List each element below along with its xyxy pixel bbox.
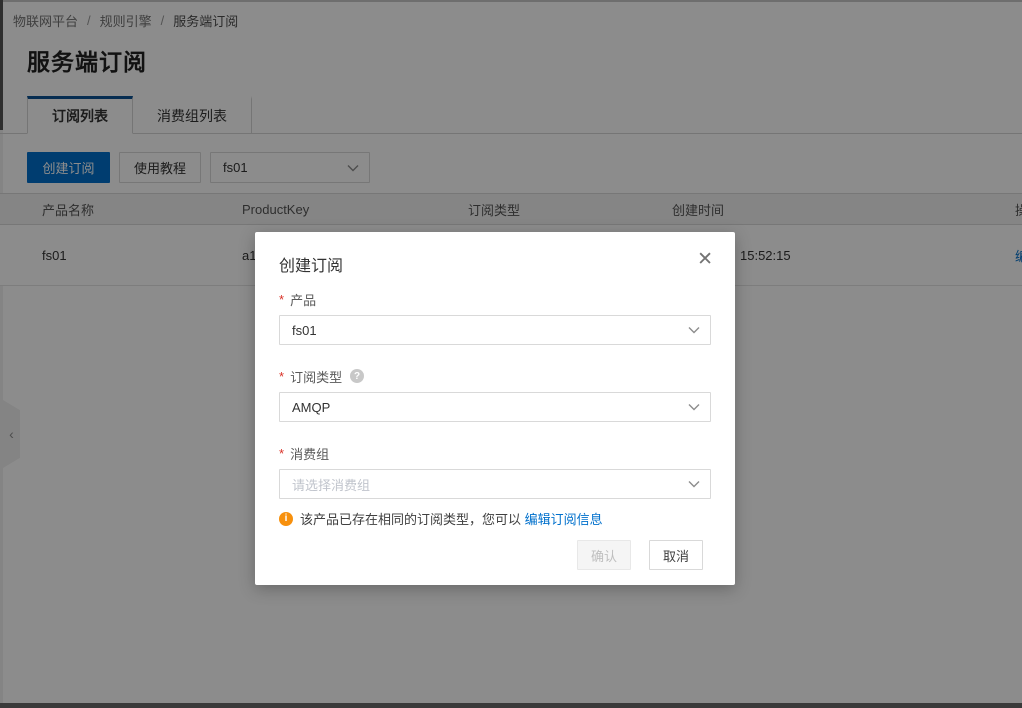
required-marker: * (279, 446, 284, 461)
subscription-type-field-label: * 订阅类型 ? (279, 367, 711, 385)
duplicate-subscription-info: i 该产品已存在相同的订阅类型，您可以 编辑订阅信息 (279, 509, 711, 528)
required-marker: * (279, 369, 284, 384)
product-field-label: * 产品 (279, 290, 711, 308)
subscription-type-select[interactable]: AMQP (279, 392, 711, 422)
product-select[interactable]: fs01 (279, 315, 711, 345)
consumer-group-placeholder: 请选择消费组 (280, 475, 370, 494)
modal-footer: 确认 取消 (577, 540, 703, 570)
chevron-down-icon (688, 481, 700, 488)
product-select-value: fs01 (280, 323, 317, 338)
help-icon[interactable]: ? (350, 369, 364, 383)
close-icon[interactable]: ✕ (697, 250, 713, 269)
field-label-text: 产品 (290, 290, 316, 309)
info-text: 该产品已存在相同的订阅类型，您可以 编辑订阅信息 (300, 509, 603, 528)
edit-subscription-info-link[interactable]: 编辑订阅信息 (525, 512, 603, 527)
subscription-type-value: AMQP (280, 400, 330, 415)
cancel-button[interactable]: 取消 (649, 540, 703, 570)
create-subscription-modal: 创建订阅 ✕ * 产品 fs01 * 订阅类型 ? AMQP * 消费组 请选择… (255, 232, 735, 585)
field-label-text: 消费组 (290, 444, 329, 463)
confirm-button[interactable]: 确认 (577, 540, 631, 570)
info-icon: i (279, 512, 293, 526)
consumer-group-field-label: * 消费组 (279, 444, 711, 462)
bottom-window-edge (0, 703, 1022, 708)
chevron-down-icon (688, 404, 700, 411)
consumer-group-select[interactable]: 请选择消费组 (279, 469, 711, 499)
chevron-down-icon (688, 327, 700, 334)
field-label-text: 订阅类型 (290, 367, 342, 386)
modal-title: 创建订阅 (279, 252, 711, 274)
required-marker: * (279, 292, 284, 307)
